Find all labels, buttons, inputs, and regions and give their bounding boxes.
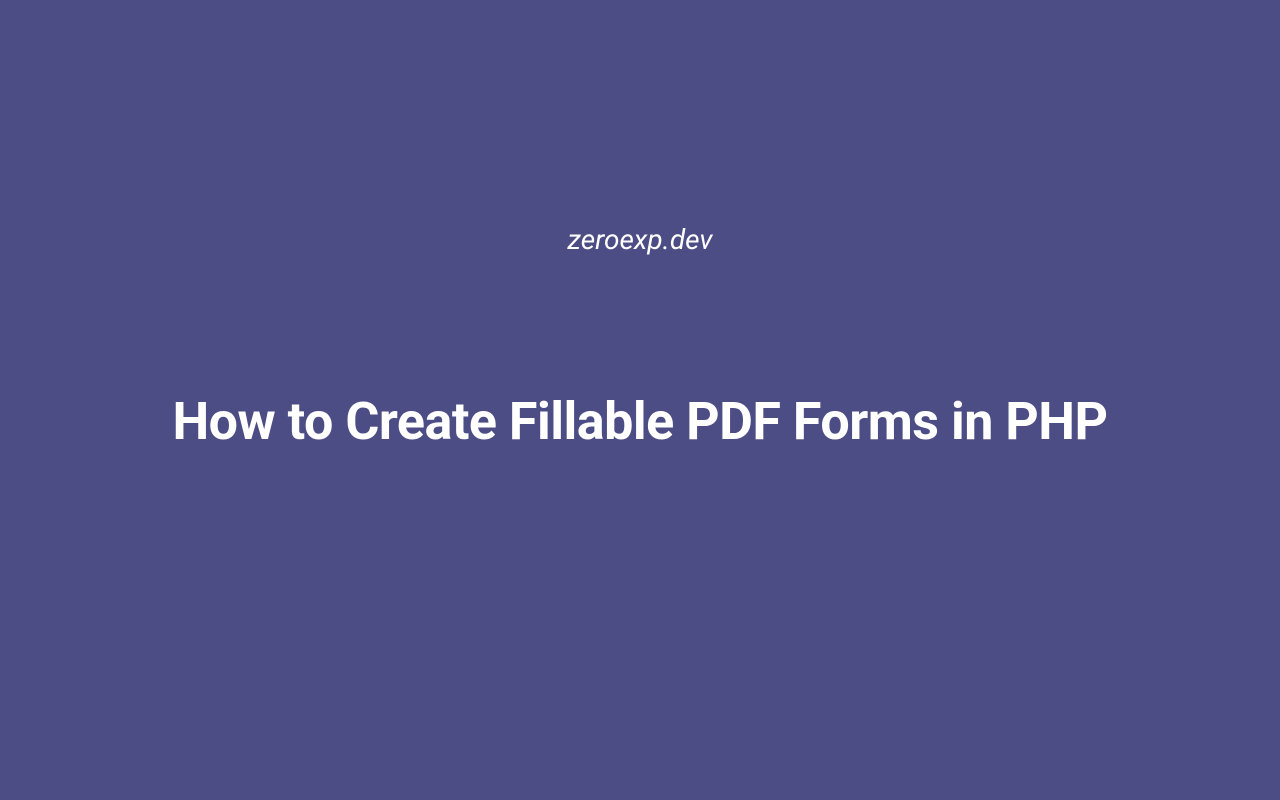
- site-name: zeroexp.dev: [567, 223, 712, 256]
- content-container: zeroexp.dev How to Create Fillable PDF F…: [172, 223, 1107, 453]
- page-title: How to Create Fillable PDF Forms in PHP: [172, 391, 1107, 453]
